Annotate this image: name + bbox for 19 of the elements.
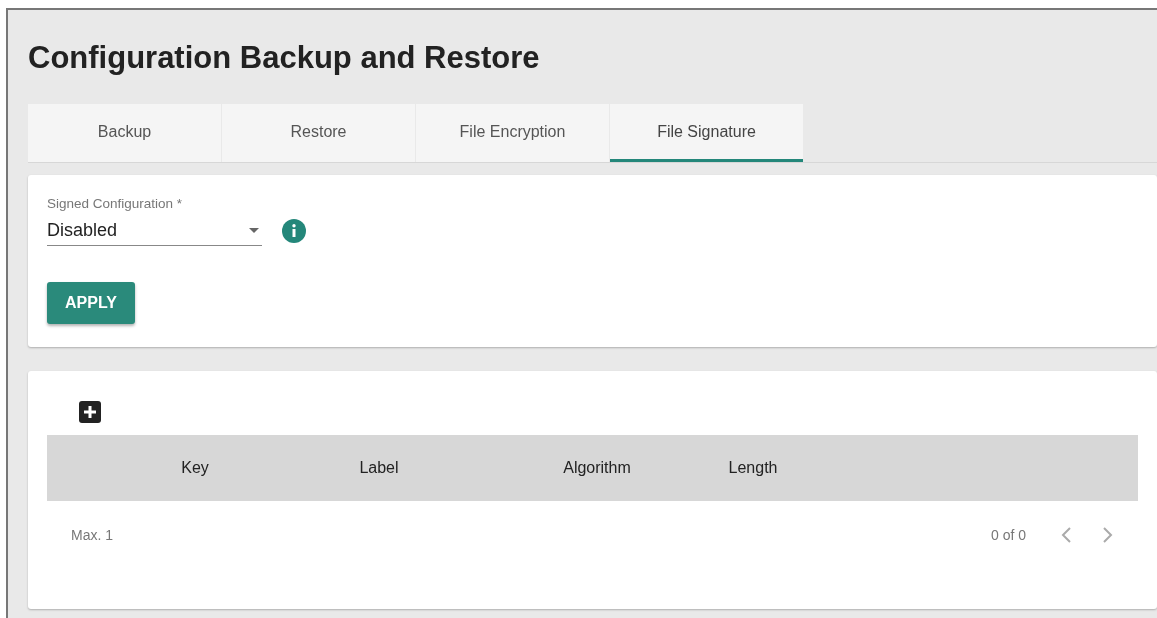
next-page-icon[interactable] — [1102, 526, 1114, 544]
max-count: Max. 1 — [71, 527, 113, 543]
signed-configuration-select[interactable]: Disabled — [47, 216, 262, 246]
column-header: Label — [359, 459, 399, 477]
column-header: Algorithm — [563, 459, 631, 477]
column-header: Length — [728, 459, 778, 477]
tab[interactable]: Backup — [28, 104, 221, 162]
info-icon[interactable] — [282, 219, 306, 243]
tab[interactable]: Restore — [222, 104, 415, 162]
previous-page-icon[interactable] — [1060, 526, 1072, 544]
column-header: Key — [181, 459, 209, 477]
tab[interactable]: File Signature — [610, 104, 803, 162]
field-label: Signed Configuration * — [47, 196, 183, 211]
add-icon[interactable] — [79, 401, 101, 423]
apply-button[interactable]: APPLY — [47, 282, 135, 324]
caret-icon — [249, 228, 259, 233]
page-title: Configuration Backup and Restore — [28, 40, 540, 77]
tab[interactable]: File Encryption — [416, 104, 609, 162]
page-range: 0 of 0 — [990, 527, 1026, 543]
